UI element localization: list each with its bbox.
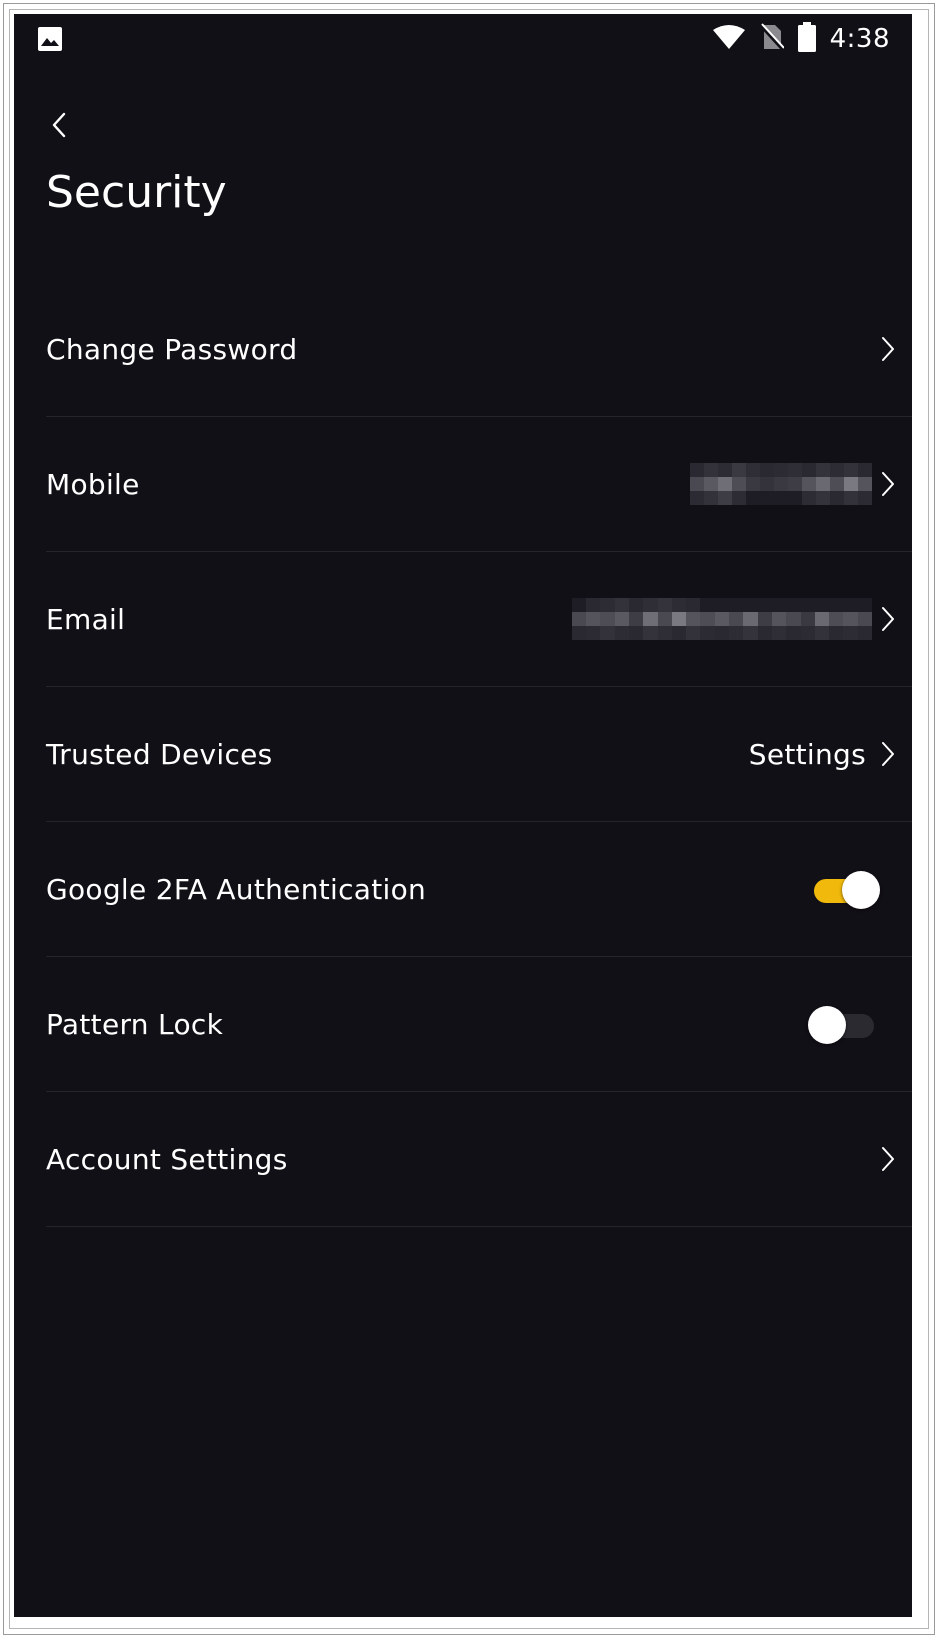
image-icon bbox=[37, 26, 63, 52]
row-right: Settings bbox=[749, 687, 896, 821]
settings-row-account-settings[interactable]: Account Settings bbox=[46, 1092, 912, 1227]
battery-icon bbox=[797, 22, 816, 56]
status-icons: 4:38 bbox=[712, 22, 890, 56]
back-button[interactable] bbox=[44, 110, 74, 140]
wifi-icon bbox=[712, 24, 746, 54]
row-label: Account Settings bbox=[46, 1142, 288, 1176]
status-bar: 4:38 bbox=[14, 14, 912, 64]
row-right bbox=[810, 822, 896, 956]
page-title: Security bbox=[46, 167, 227, 218]
chevron-right-icon bbox=[882, 472, 894, 496]
chevron-right-icon bbox=[882, 337, 894, 361]
redacted-email-value bbox=[571, 598, 872, 640]
settings-row-mobile[interactable]: Mobile bbox=[46, 417, 912, 552]
row-label: Pattern Lock bbox=[46, 1007, 224, 1041]
redacted-mobile-value bbox=[690, 463, 872, 505]
google-2fa-toggle[interactable] bbox=[810, 869, 882, 909]
no-sim-icon bbox=[759, 23, 785, 55]
row-value: Settings bbox=[748, 737, 866, 771]
chevron-right-icon bbox=[882, 607, 894, 631]
row-label: Google 2FA Authentication bbox=[46, 872, 427, 906]
settings-row-change-password[interactable]: Change Password bbox=[46, 282, 912, 417]
status-time: 4:38 bbox=[829, 24, 890, 54]
settings-row-email[interactable]: Email bbox=[46, 552, 912, 687]
row-label: Mobile bbox=[46, 467, 140, 501]
pattern-lock-toggle[interactable] bbox=[808, 1004, 882, 1044]
row-right bbox=[880, 1092, 896, 1226]
row-right bbox=[571, 552, 896, 686]
settings-row-pattern-lock: Pattern Lock bbox=[46, 957, 912, 1092]
row-right bbox=[808, 957, 896, 1091]
chevron-right-icon bbox=[882, 1147, 894, 1171]
chevron-right-icon bbox=[882, 742, 894, 766]
settings-row-google-2fa: Google 2FA Authentication bbox=[46, 822, 912, 957]
row-right bbox=[880, 282, 896, 416]
app-screen: 4:38 Security Change Password Mobile Ema… bbox=[14, 14, 912, 1617]
toggle-thumb bbox=[808, 1006, 846, 1044]
row-right bbox=[690, 417, 896, 551]
row-label: Trusted Devices bbox=[46, 737, 273, 771]
toggle-thumb bbox=[842, 871, 880, 909]
settings-list: Change Password Mobile Email Trusted Dev… bbox=[46, 282, 912, 1227]
chevron-left-icon bbox=[52, 112, 66, 138]
row-label: Change Password bbox=[46, 332, 298, 366]
row-label: Email bbox=[46, 602, 126, 636]
settings-row-trusted-devices[interactable]: Trusted Devices Settings bbox=[46, 687, 912, 822]
